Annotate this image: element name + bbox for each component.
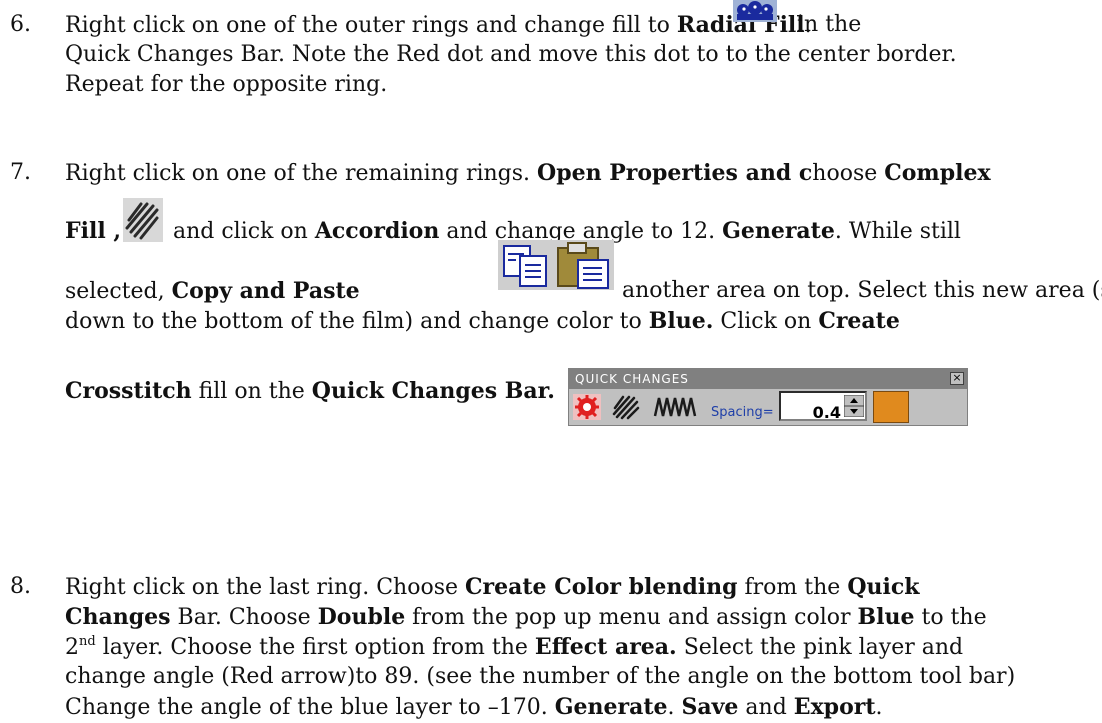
spacing-label: Spacing=: [711, 405, 774, 420]
step-8-line-1: Right click on the last ring. Choose Cre…: [65, 572, 919, 603]
step-7-line-1: Right click on one of the remaining ring…: [65, 158, 991, 189]
step-number: 6.: [10, 12, 31, 37]
spacing-stepper[interactable]: [843, 394, 865, 418]
radial-fill-icon: [733, 0, 777, 22]
text: . While still: [834, 219, 961, 244]
text: Right click on the last ring. Choose: [65, 575, 466, 600]
complex-fill-tool-icon[interactable]: [611, 394, 641, 429]
text: .: [875, 695, 883, 720]
create-label: Create: [818, 308, 900, 334]
create-color-blending-label: Create Color blending: [465, 574, 738, 600]
accordion-label: Accordion: [314, 218, 440, 244]
blue-label: Blue: [857, 604, 915, 630]
text: Right click on one of the outer rings an…: [65, 13, 677, 38]
text: Change the angle of the blue layer to –1…: [65, 695, 555, 720]
toolbar-body: Spacing= 0.4: [569, 389, 967, 425]
generate-label: Generate: [554, 694, 668, 720]
text: 2: [65, 635, 79, 660]
text: .: [667, 695, 682, 720]
crosstitch-label: Crosstitch: [65, 378, 192, 404]
step-8-line-5: Change the angle of the blue layer to –1…: [65, 692, 883, 723]
step-7-line-2: Fill ,: [65, 216, 121, 247]
text: selected,: [65, 279, 172, 304]
text: Click on: [713, 309, 819, 334]
step-8-line-4: change angle (Red arrow)to 89. (see the …: [65, 664, 1016, 689]
color-swatch[interactable]: [873, 391, 909, 423]
step-7-line-3-rest: another area on top. Select this new are…: [622, 278, 1102, 303]
text: Select the pink layer and: [676, 635, 964, 660]
text: from the: [737, 575, 848, 600]
step-number: 8.: [10, 574, 31, 599]
radial-fill-tool-icon[interactable]: [573, 394, 601, 429]
quick-label: Quick: [847, 574, 920, 600]
step-6-line-3: Repeat for the opposite ring.: [65, 72, 388, 97]
step-6-line-1-end: in the: [797, 10, 861, 40]
crosstitch-tool-icon[interactable]: [653, 394, 703, 429]
text: hoose: [812, 161, 885, 186]
spacing-value: 0.4: [812, 403, 841, 422]
copy-paste-label: Copy and Paste: [171, 278, 360, 304]
step-7-line-4: down to the bottom of the film) and chan…: [65, 306, 900, 337]
step-6-line-2: Quick Changes Bar. Note the Red dot and …: [65, 42, 957, 67]
text: to the: [914, 605, 987, 630]
text: and: [738, 695, 794, 720]
text: down to the bottom of the film) and chan…: [65, 309, 649, 334]
open-properties-label: Open Properties and c: [537, 160, 813, 186]
text: fill on the: [191, 379, 312, 404]
close-button[interactable]: ×: [950, 372, 964, 385]
text: in the: [797, 12, 862, 37]
text: Right click on one of the remaining ring…: [65, 161, 538, 186]
step-number: 7.: [10, 160, 31, 185]
text: and click on: [173, 219, 315, 244]
complex-fill-icon: [123, 198, 163, 242]
text: layer. Choose the first option from the: [95, 635, 535, 660]
save-label: Save: [681, 694, 739, 720]
copy-paste-icon: [498, 240, 614, 290]
blue-label: Blue.: [648, 308, 714, 334]
double-label: Double: [317, 604, 406, 630]
spacing-input[interactable]: 0.4: [779, 391, 867, 422]
step-8-line-2: Changes Bar. Choose Double from the pop …: [65, 602, 987, 633]
step-7-line-3: selected, Copy and Paste: [65, 276, 360, 307]
toolbar-title: QUICK CHANGES: [569, 369, 967, 389]
quick-changes-toolbar: QUICK CHANGES × Spacing= 0.4: [568, 368, 968, 426]
complex-label: Complex: [884, 160, 991, 186]
instruction-document: 6. Right click on one of the outer rings…: [0, 0, 1102, 720]
export-label: Export: [793, 694, 876, 720]
step-6-line-1: Right click on one of the outer rings an…: [65, 10, 812, 41]
effect-area-label: Effect area.: [534, 634, 677, 660]
quick-changes-bar-label: Quick Changes Bar.: [311, 378, 555, 404]
superscript: nd: [79, 634, 96, 649]
generate-label: Generate: [722, 218, 835, 244]
fill-label: Fill ,: [65, 218, 122, 244]
step-8-line-3: 2nd layer. Choose the first option from …: [65, 632, 963, 663]
step-7-line-5: Crosstitch fill on the Quick Changes Bar…: [65, 376, 555, 407]
text: from the pop up menu and assign color: [405, 605, 858, 630]
text: Bar. Choose: [170, 605, 318, 630]
changes-label: Changes: [65, 604, 171, 630]
